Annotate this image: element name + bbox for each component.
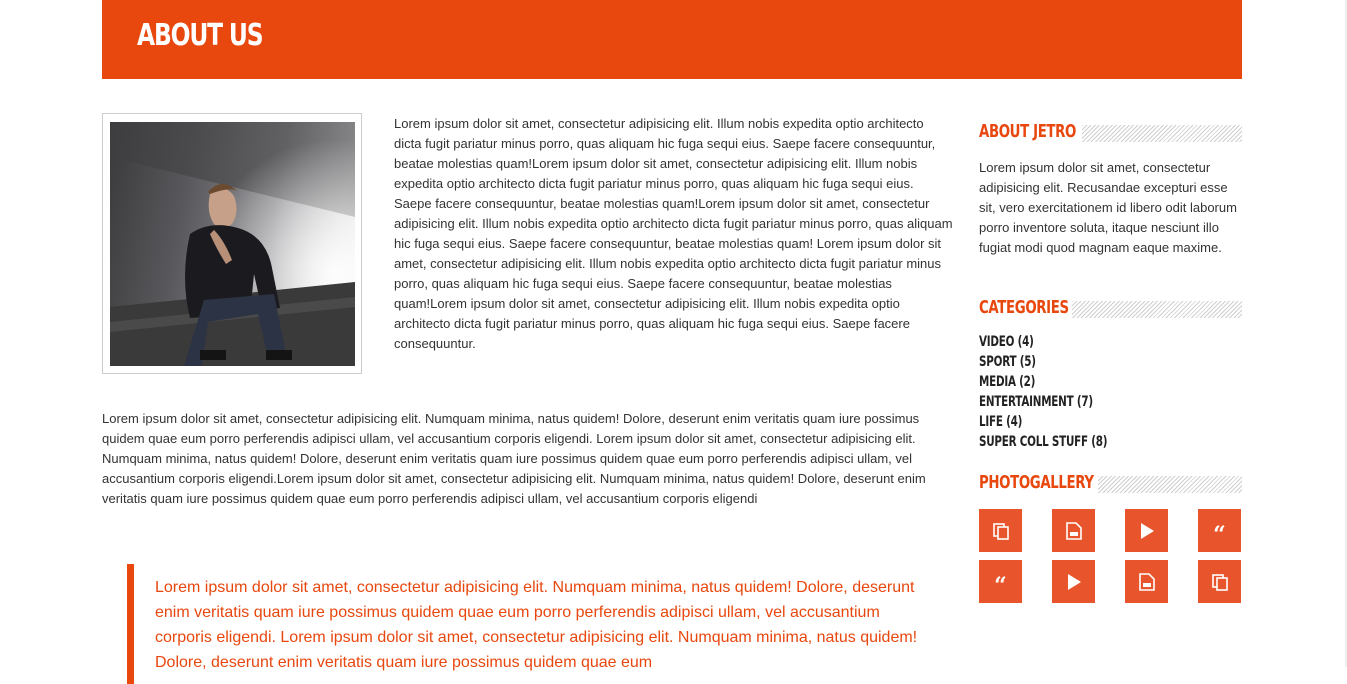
- gallery-tile-8[interactable]: [1198, 560, 1241, 603]
- document-icon: [1138, 572, 1155, 591]
- gallery-tile-3[interactable]: [1125, 509, 1168, 552]
- gallery-tile-7[interactable]: [1125, 560, 1168, 603]
- gallery-tile-1[interactable]: [979, 509, 1022, 552]
- gallery-tile-5[interactable]: “: [979, 560, 1022, 603]
- category-link-video[interactable]: VIDEO (4): [979, 332, 1107, 352]
- about-widget-text: Lorem ipsum dolor sit amet, consectetur …: [979, 160, 1237, 255]
- category-link-life[interactable]: LIFE (4): [979, 412, 1107, 432]
- person-photo-illustration: [110, 122, 355, 366]
- photogallery-widget-heading: PHOTOGALLERY: [979, 472, 1094, 493]
- category-link-sport[interactable]: SPORT (5): [979, 352, 1107, 372]
- play-icon: [1067, 573, 1081, 590]
- categories-widget-title: CATEGORIES: [979, 297, 1242, 321]
- category-link-super-coll-stuff[interactable]: SUPER COLL STUFF (8): [979, 432, 1108, 452]
- copy-icon: [992, 522, 1009, 540]
- page-title: ABOUT US: [137, 18, 264, 53]
- page-header: ABOUT US: [102, 0, 1242, 79]
- title-hatch-decoration: [1098, 476, 1242, 493]
- profile-photo-frame: [102, 113, 362, 374]
- body-paragraph: Lorem ipsum dolor sit amet, consectetur …: [102, 411, 926, 506]
- category-link-entertainment[interactable]: ENTERTAINMENT (7): [979, 392, 1107, 412]
- copy-icon: [1211, 573, 1228, 591]
- gallery-tile-4[interactable]: “: [1198, 509, 1241, 552]
- category-link-media[interactable]: MEDIA (2): [979, 372, 1107, 392]
- gallery-tile-2[interactable]: [1052, 509, 1095, 552]
- title-hatch-decoration: [1082, 125, 1242, 142]
- quote-icon: “: [994, 572, 1007, 599]
- photogallery-widget-title: PHOTOGALLERY: [979, 472, 1242, 496]
- category-list: VIDEO (4) SPORT (5) MEDIA (2) ENTERTAINM…: [979, 332, 1152, 452]
- quote-icon: “: [1213, 521, 1226, 548]
- play-icon: [1140, 522, 1154, 539]
- blockquote-text: Lorem ipsum dolor sit amet, consectetur …: [155, 579, 918, 671]
- profile-photo: [110, 122, 355, 366]
- title-hatch-decoration: [1072, 301, 1242, 318]
- gallery-tile-6[interactable]: [1052, 560, 1095, 603]
- categories-widget-heading: CATEGORIES: [979, 297, 1069, 318]
- document-icon: [1065, 521, 1082, 540]
- intro-paragraph: Lorem ipsum dolor sit amet, consectetur …: [394, 116, 953, 351]
- about-widget-heading: ABOUT JETRO: [979, 121, 1076, 142]
- about-widget-title: ABOUT JETRO: [979, 121, 1242, 145]
- blockquote: Lorem ipsum dolor sit amet, consectetur …: [127, 564, 927, 684]
